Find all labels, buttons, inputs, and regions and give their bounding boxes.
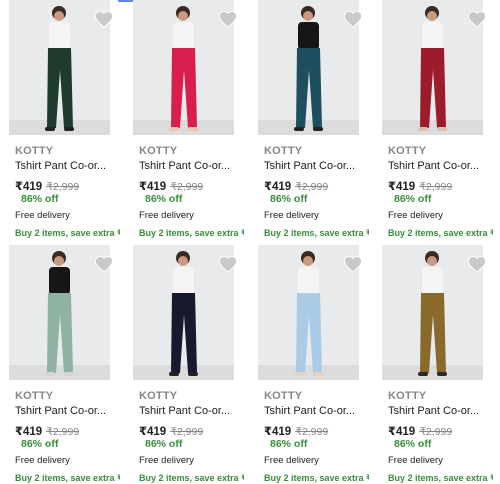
delivery-label: Free delivery — [388, 455, 443, 466]
selling-price: ₹419 — [15, 426, 43, 438]
product-brand: KOTTY — [264, 390, 303, 402]
delivery-label: Free delivery — [264, 210, 319, 221]
product-brand: KOTTY — [139, 390, 178, 402]
discount-label: 86% off — [145, 438, 183, 450]
wishlist-heart-icon[interactable] — [467, 255, 487, 273]
offer-label: Buy 2 items, save extra ₹! — [139, 473, 244, 483]
original-price: ₹2,999 — [170, 181, 204, 193]
selling-price: ₹419 — [15, 181, 43, 193]
wishlist-heart-icon[interactable] — [218, 10, 238, 28]
delivery-label: Free delivery — [264, 455, 319, 466]
selling-price: ₹419 — [388, 426, 416, 438]
wishlist-heart-icon[interactable] — [343, 10, 363, 28]
delivery-label: Free delivery — [388, 210, 443, 221]
discount-label: 86% off — [21, 438, 59, 450]
delivery-label: Free delivery — [139, 210, 194, 221]
product-title[interactable]: Tshirt Pant Co-or... — [139, 160, 239, 172]
wishlist-heart-icon[interactable] — [467, 10, 487, 28]
wishlist-heart-icon[interactable] — [94, 10, 114, 28]
discount-label: 86% off — [145, 193, 183, 205]
discount-label: 86% off — [21, 193, 59, 205]
product-brand: KOTTY — [388, 145, 427, 157]
product-title[interactable]: Tshirt Pant Co-or... — [388, 160, 488, 172]
product-card[interactable]: KOTTY Tshirt Pant Co-or... ₹419 ₹2,999 86… — [124, 245, 244, 483]
product-card[interactable]: KOTTY Tshirt Pant Co-or... ₹419 ₹2,999 86… — [0, 0, 120, 238]
product-title[interactable]: Tshirt Pant Co-or... — [15, 405, 115, 417]
selling-price: ₹419 — [388, 181, 416, 193]
selling-price: ₹419 — [139, 181, 167, 193]
wishlist-heart-icon[interactable] — [343, 255, 363, 273]
product-card[interactable]: KOTTY Tshirt Pant Co-or... ₹419 ₹2,999 86… — [249, 245, 369, 483]
product-brand: KOTTY — [264, 145, 303, 157]
delivery-label: Free delivery — [139, 455, 194, 466]
offer-label: Buy 2 items, save extra ₹! — [388, 473, 493, 483]
product-brand: KOTTY — [15, 145, 54, 157]
discount-label: 86% off — [270, 193, 308, 205]
original-price: ₹2,999 — [419, 426, 453, 438]
original-price: ₹2,999 — [295, 181, 329, 193]
product-title[interactable]: Tshirt Pant Co-or... — [388, 405, 488, 417]
offer-label: Buy 2 items, save extra ₹! — [15, 473, 120, 483]
product-brand: KOTTY — [139, 145, 178, 157]
product-card[interactable]: KOTTY Tshirt Pant Co-or... ₹419 ₹2,999 86… — [0, 245, 120, 483]
original-price: ₹2,999 — [419, 181, 453, 193]
product-title[interactable]: Tshirt Pant Co-or... — [264, 405, 364, 417]
product-brand: KOTTY — [15, 390, 54, 402]
product-card[interactable]: KOTTY Tshirt Pant Co-or... ₹419 ₹2,999 86… — [249, 0, 369, 238]
delivery-label: Free delivery — [15, 455, 70, 466]
offer-label: Buy 2 items, save extra ₹! — [264, 473, 369, 483]
original-price: ₹2,999 — [46, 426, 80, 438]
wishlist-heart-icon[interactable] — [94, 255, 114, 273]
product-title[interactable]: Tshirt Pant Co-or... — [139, 405, 239, 417]
product-card[interactable]: KOTTY Tshirt Pant Co-or... ₹419 ₹2,999 86… — [373, 245, 493, 483]
product-title[interactable]: Tshirt Pant Co-or... — [264, 160, 364, 172]
wishlist-heart-icon[interactable] — [218, 255, 238, 273]
discount-label: 86% off — [394, 438, 432, 450]
selling-price: ₹419 — [264, 426, 292, 438]
product-brand: KOTTY — [388, 390, 427, 402]
product-card[interactable]: KOTTY Tshirt Pant Co-or... ₹419 ₹2,999 86… — [124, 0, 244, 238]
original-price: ₹2,999 — [46, 181, 80, 193]
original-price: ₹2,999 — [295, 426, 329, 438]
delivery-label: Free delivery — [15, 210, 70, 221]
discount-label: 86% off — [270, 438, 308, 450]
offer-label: Buy 2 items, save extra ₹! — [139, 228, 244, 238]
selling-price: ₹419 — [139, 426, 167, 438]
offer-label: Buy 2 items, save extra ₹! — [15, 228, 120, 238]
discount-label: 86% off — [394, 193, 432, 205]
offer-label: Buy 2 items, save extra ₹! — [264, 228, 369, 238]
offer-label: Buy 2 items, save extra ₹! — [388, 228, 493, 238]
product-grid: KOTTY Tshirt Pant Co-or... ₹419 ₹2,999 86… — [0, 0, 500, 483]
product-card[interactable]: KOTTY Tshirt Pant Co-or... ₹419 ₹2,999 86… — [373, 0, 493, 238]
product-title[interactable]: Tshirt Pant Co-or... — [15, 160, 115, 172]
original-price: ₹2,999 — [170, 426, 204, 438]
selling-price: ₹419 — [264, 181, 292, 193]
